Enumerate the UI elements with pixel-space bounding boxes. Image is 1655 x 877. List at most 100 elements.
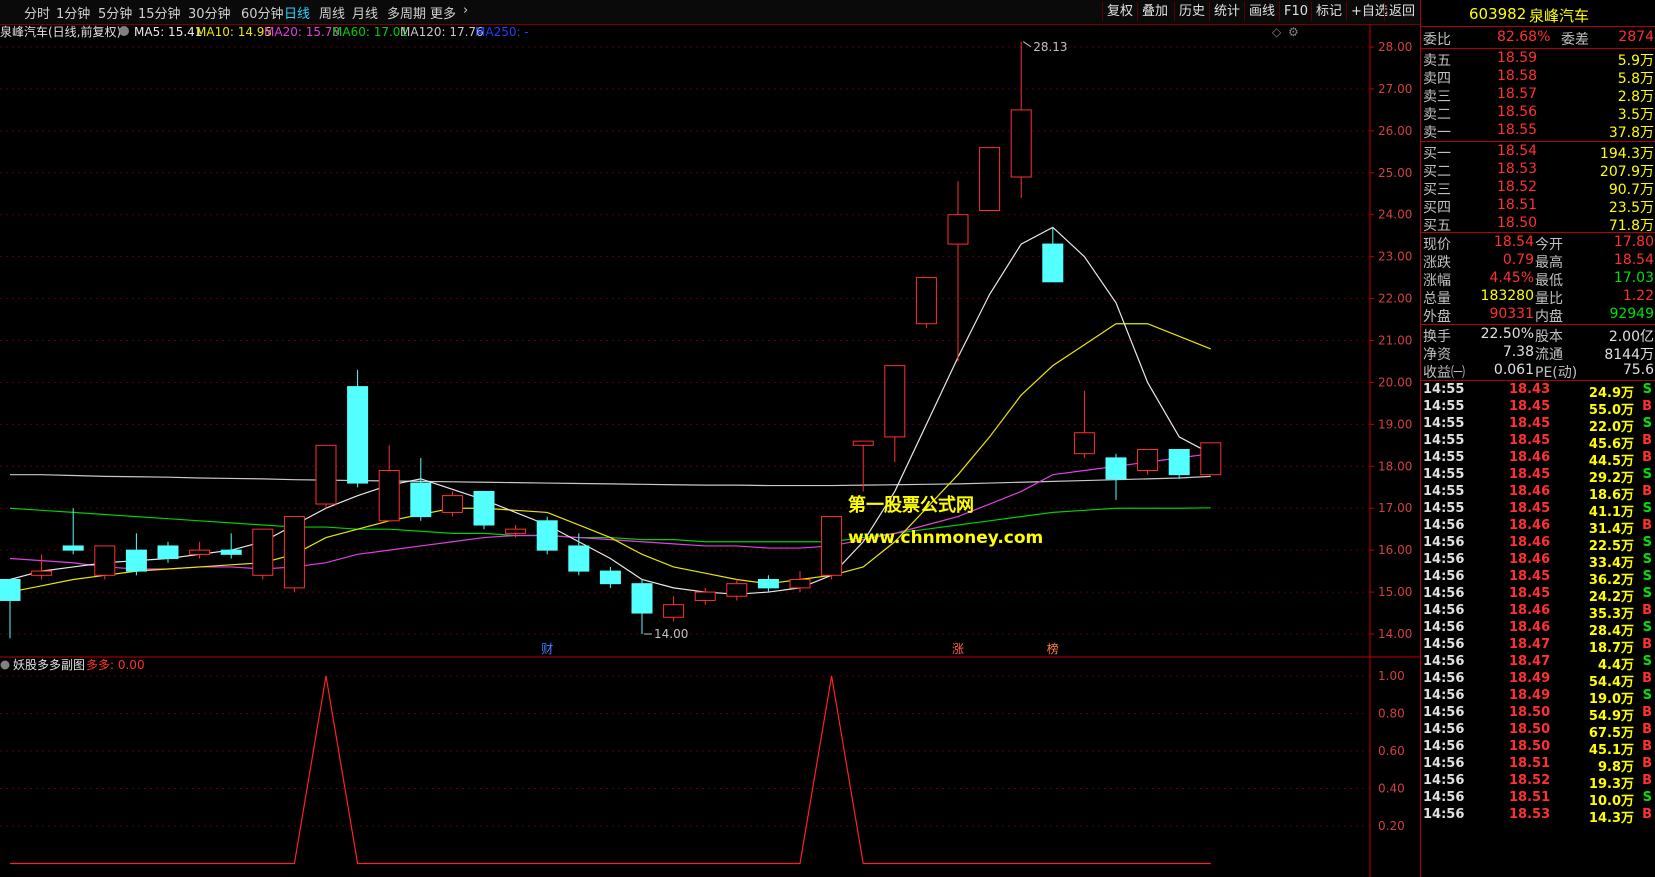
tab-1[interactable]: 1分钟 [56, 3, 90, 22]
fin-label: 净资 [1423, 347, 1451, 363]
subchart-toggle-icon[interactable] [0, 660, 10, 670]
tab-0[interactable]: 分时 [24, 3, 50, 22]
candle-body [726, 583, 748, 597]
event-marker[interactable]: 财 [541, 642, 553, 656]
candle[interactable] [1137, 449, 1159, 475]
candle[interactable] [915, 277, 937, 328]
candle[interactable] [220, 533, 242, 559]
tick-time: 14:55 [1423, 416, 1465, 431]
candle[interactable] [94, 545, 116, 580]
candle[interactable] [1105, 453, 1127, 500]
tick-direction: B [1642, 773, 1652, 788]
stat-value: 18.54 [1613, 252, 1654, 268]
tick-time: 14:56 [1423, 739, 1465, 754]
tab-4[interactable]: 30分钟 [188, 3, 231, 22]
tab-5[interactable]: 60分钟 [241, 3, 284, 22]
tick-row: 14:55 18.45 22.0万 S [1421, 416, 1655, 435]
tab-9[interactable]: 多周期 [387, 3, 426, 22]
toolbar-button-6[interactable]: 标记 [1311, 2, 1346, 21]
toolbar-button-1[interactable]: 叠加 [1137, 2, 1172, 21]
event-marker[interactable]: 榜 [1047, 641, 1059, 656]
candle[interactable] [1073, 390, 1095, 458]
toolbar-button-8[interactable]: 返回 [1384, 2, 1419, 21]
candle[interactable] [1168, 449, 1190, 479]
tab-3[interactable]: 15分钟 [138, 3, 181, 22]
candle[interactable] [726, 579, 748, 601]
candle[interactable] [663, 596, 685, 622]
candle[interactable] [315, 444, 337, 509]
price-tick-label: 19.00 [1378, 417, 1412, 431]
tab-8[interactable]: 月线 [352, 3, 378, 22]
tick-time: 14:56 [1423, 569, 1465, 584]
gear-icon[interactable]: ⚙ [1288, 25, 1299, 39]
tab-10[interactable]: 更多 [430, 3, 456, 22]
candle[interactable] [694, 587, 716, 605]
candle[interactable] [568, 533, 590, 576]
legend-toggle-icon[interactable] [119, 26, 129, 36]
tick-price: 18.53 [1509, 807, 1551, 822]
price-tick-label: 16.00 [1378, 543, 1412, 557]
tick-direction: S [1642, 586, 1652, 601]
tick-time: 14:56 [1423, 637, 1465, 652]
ask-volume: 3.5万 [1617, 107, 1654, 123]
ask-volume: 37.8万 [1608, 125, 1654, 141]
fin-label: 收益㈠ [1423, 365, 1465, 381]
tab-7[interactable]: 周线 [319, 3, 345, 22]
candle-body [694, 591, 716, 601]
candle[interactable] [1042, 227, 1064, 283]
candle[interactable] [62, 508, 84, 555]
tick-time: 14:56 [1423, 705, 1465, 720]
candle[interactable] [473, 490, 495, 530]
tick-direction: S [1642, 569, 1652, 584]
candle[interactable] [757, 575, 779, 593]
candle[interactable] [0, 578, 21, 639]
tick-row: 14:56 18.49 19.0万 S [1421, 688, 1655, 707]
tick-row: 14:56 18.45 24.2万 S [1421, 586, 1655, 605]
tab-6[interactable]: 日线 [284, 3, 310, 22]
candle[interactable] [125, 533, 147, 576]
candle[interactable] [441, 491, 463, 517]
candle[interactable] [31, 554, 53, 580]
tick-direction: S [1642, 688, 1652, 703]
ask-row: 卖三 18.57 2.8万 [1421, 86, 1655, 105]
stat-label: 总量 [1423, 291, 1451, 307]
watermark-title: 第一股票公式网 [848, 494, 974, 516]
candle[interactable] [347, 369, 369, 488]
candle[interactable] [252, 528, 274, 580]
candle[interactable] [536, 516, 558, 555]
toolbar-button-0[interactable]: 复权 [1102, 2, 1137, 21]
fin-value: 0.061 [1493, 362, 1534, 378]
candle[interactable] [947, 181, 969, 362]
candle[interactable] [189, 541, 211, 559]
toolbar-button-3[interactable]: 统计 [1209, 2, 1244, 21]
sub-tick-label: 0.40 [1378, 782, 1405, 796]
candle[interactable] [821, 516, 843, 580]
toolbar-button-5[interactable]: F10 [1279, 2, 1312, 21]
diamond-icon[interactable]: ◇ [1272, 25, 1282, 39]
tick-price: 18.43 [1509, 382, 1551, 397]
stat-value: 17.80 [1613, 234, 1654, 250]
candle[interactable] [631, 579, 653, 634]
candle-body [915, 277, 937, 325]
tick-price: 18.45 [1509, 586, 1551, 601]
toolbar-button-2[interactable]: 历史 [1174, 2, 1209, 21]
candle[interactable] [599, 566, 621, 588]
tick-time: 14:56 [1423, 773, 1465, 788]
event-marker[interactable]: 涨 [952, 641, 964, 656]
fin-label: 股本 [1535, 329, 1563, 345]
candle[interactable] [1010, 41, 1032, 198]
toolbar-button-4[interactable]: 画线 [1244, 2, 1279, 21]
tick-direction: S [1642, 501, 1652, 516]
kline-chart-area[interactable]: 泉峰汽车(日线,前复权) MA5: 15.41MA10: 14.95MA20: 1… [0, 24, 1420, 877]
candle[interactable] [378, 445, 400, 522]
ask-label: 卖三 [1423, 89, 1451, 105]
more-chevron-icon[interactable]: › [463, 3, 468, 18]
candle[interactable] [410, 457, 432, 521]
ask-row: 卖二 18.56 3.5万 [1421, 104, 1655, 123]
candle[interactable] [1200, 442, 1222, 476]
candle[interactable] [884, 365, 906, 463]
candle[interactable] [283, 516, 305, 593]
tab-2[interactable]: 5分钟 [98, 3, 132, 22]
candle[interactable] [979, 147, 1001, 212]
fin-value: 75.6 [1622, 362, 1654, 378]
